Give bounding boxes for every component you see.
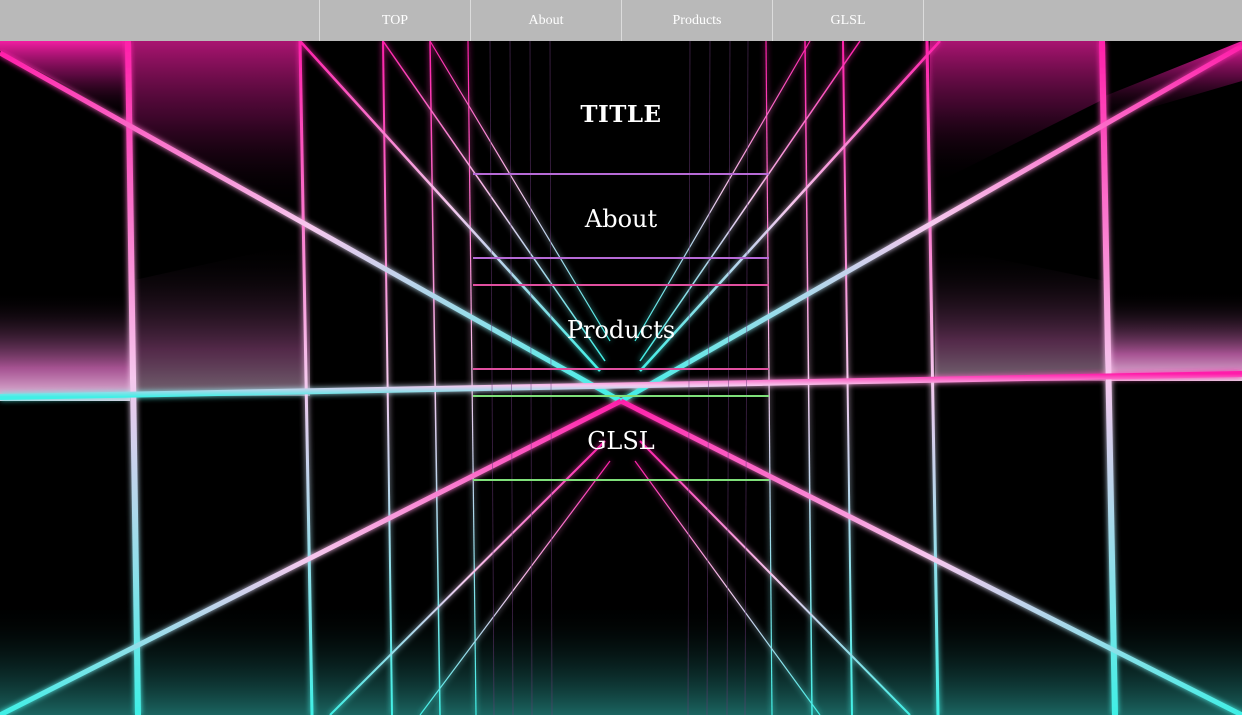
- section-divider-bottom: [473, 368, 769, 370]
- nav-link-glsl[interactable]: GLSL: [772, 0, 924, 41]
- section-about-label: About: [584, 205, 658, 233]
- tunnel-canvas: [0, 41, 1242, 715]
- section-products[interactable]: Products: [473, 284, 769, 370]
- section-divider-bottom: [473, 479, 769, 481]
- section-products-label: Products: [566, 316, 676, 344]
- section-divider-bottom: [473, 257, 769, 259]
- glsl-neon-tunnel-background: [0, 41, 1242, 715]
- section-about[interactable]: About: [473, 173, 769, 259]
- page-title: TITLE: [580, 101, 662, 129]
- nav-link-top[interactable]: TOP: [319, 0, 470, 41]
- nav-link-products[interactable]: Products: [621, 0, 772, 41]
- top-navigation-bar: TOP About Products GLSL: [0, 0, 1242, 41]
- section-glsl-label: GLSL: [587, 427, 655, 455]
- nav-link-about[interactable]: About: [470, 0, 621, 41]
- section-glsl[interactable]: GLSL: [473, 395, 769, 481]
